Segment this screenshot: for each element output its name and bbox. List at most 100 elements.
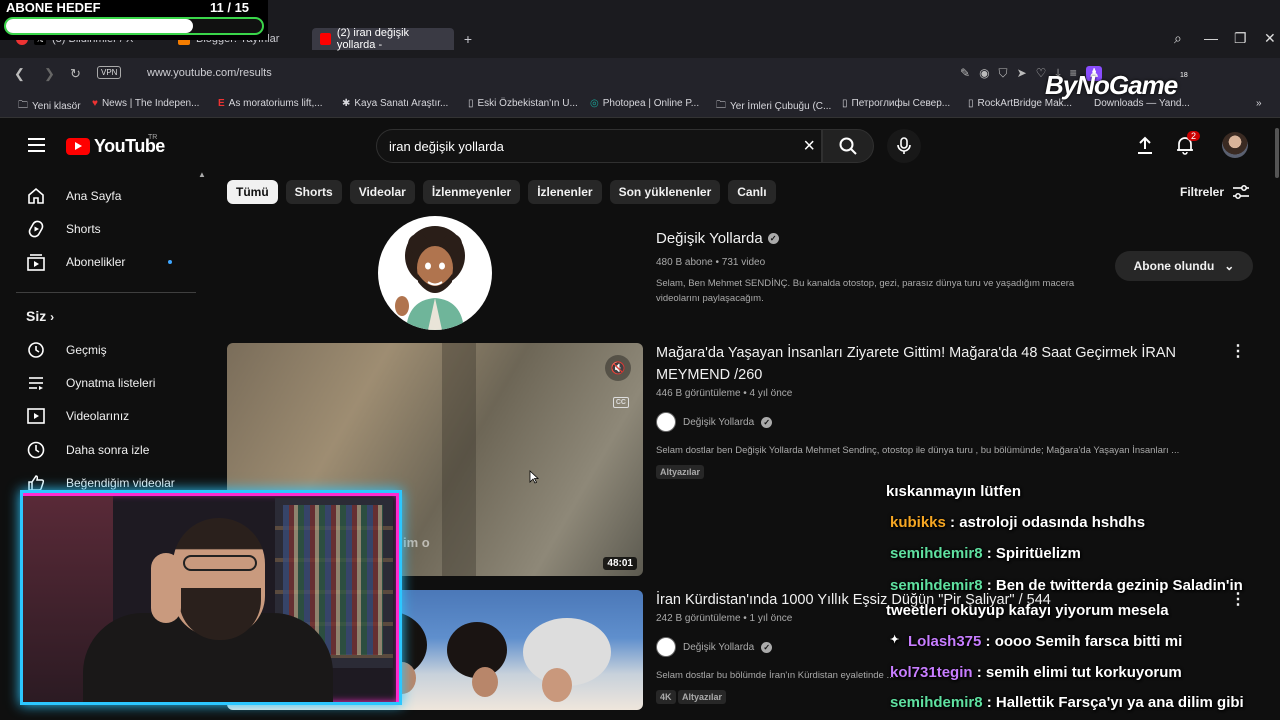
clear-search-icon[interactable]: × — [803, 135, 815, 158]
chip-live[interactable]: Canlı — [728, 180, 776, 204]
site-icon: ✱ — [342, 98, 351, 109]
sidebar-item-home[interactable]: Ana Sayfa — [16, 179, 196, 213]
independent-icon: ♥ — [92, 98, 98, 109]
bookmark-item[interactable]: ✱ Kaya Sanatı Araştır... — [342, 98, 448, 109]
filters-button[interactable]: Filtreler — [1180, 185, 1250, 199]
search-button[interactable] — [822, 129, 874, 163]
filter-chips: Tümü Shorts Videolar İzlenmeyenler İzlen… — [227, 180, 776, 204]
chat-username: semihdemir8 — [890, 545, 983, 562]
chat-text: : Spiritüelizm — [982, 545, 1081, 562]
chat-message: kıskanmayın lütfen — [884, 483, 1278, 500]
tab-youtube-results[interactable]: (2) iran değişik yollarda - — [312, 27, 454, 51]
tab-label: (2) iran değişik yollarda - — [336, 27, 410, 51]
account-avatar[interactable] — [1222, 132, 1248, 158]
youtube-header: YouTube TR iran değişik yollarda × 2 — [0, 118, 1280, 174]
subscribed-button[interactable]: Abone olundu ⌄ — [1115, 251, 1253, 281]
chat-message: tweetleri okuyup kafayı yiyorum mesela — [884, 602, 1278, 619]
page-icon: ▯ — [842, 98, 848, 109]
chat-username: semihdemir8 — [890, 694, 983, 711]
bookmarks-overflow-icon[interactable]: » — [1256, 98, 1262, 109]
page-scrollbar[interactable] — [1275, 128, 1279, 178]
new-content-dot — [168, 260, 172, 264]
page-icon: ▯ — [468, 98, 474, 109]
camera-icon[interactable]: ◉ — [979, 66, 989, 81]
sidebar-item-your-videos[interactable]: Videolarınız — [16, 399, 196, 433]
channel-avatar[interactable] — [378, 216, 492, 330]
chip-unwatched[interactable]: İzlenmeyenler — [422, 180, 521, 204]
bookmark-item[interactable]: E As moratoriums lift,... — [218, 98, 323, 109]
back-arrow-icon[interactable]: ❮ — [14, 66, 25, 82]
subscriber-goal-overlay: ABONE HEDEF 11 / 15 — [0, 0, 268, 40]
goal-progress-bar — [4, 17, 264, 35]
verified-check-icon: ✓ — [761, 416, 773, 428]
streamer-watermark-logo: ByNoGame — [1045, 70, 1178, 100]
address-bar[interactable]: www.youtube.com/results — [147, 67, 272, 79]
webcam-bookshelf — [275, 498, 393, 668]
upload-button[interactable] — [1135, 135, 1155, 160]
sidebar-section-you[interactable]: Siz › — [26, 308, 54, 324]
playlist-icon — [26, 373, 46, 393]
maximize-icon[interactable]: ❐ — [1234, 30, 1247, 47]
sidebar-item-playlists[interactable]: Oynatma listeleri — [16, 366, 196, 400]
sidebar-item-shorts[interactable]: Shorts — [16, 212, 196, 246]
upload-icon — [1138, 136, 1152, 154]
minimize-icon[interactable]: — — [1204, 30, 1218, 46]
subtitles-badge: Altyazılar — [656, 465, 705, 479]
chip-recently-uploaded[interactable]: Son yüklenenler — [609, 180, 721, 204]
shield-icon[interactable]: ⛉ — [999, 66, 1008, 81]
vpn-badge[interactable]: VPN — [97, 66, 122, 79]
chat-username: kol731tegin — [890, 664, 973, 681]
mute-icon[interactable]: 🔇 — [605, 355, 631, 381]
edit-icon[interactable]: ✎ — [960, 66, 970, 81]
sidebar-divider — [16, 292, 196, 293]
video-channel-link[interactable]: Değişik Yollarda ✓ — [656, 412, 773, 432]
video-meta: 242 B görüntüleme • 1 yıl önce — [656, 613, 793, 624]
streamer-hand — [151, 553, 181, 623]
close-window-icon[interactable]: ✕ — [1264, 30, 1276, 47]
subscriptions-icon — [26, 252, 46, 272]
chat-text: : oooo Semih farsca bitti mi — [981, 633, 1183, 650]
video-channel-link[interactable]: Değişik Yollarda ✓ — [656, 637, 773, 657]
forward-arrow-icon[interactable]: ❯ — [44, 66, 55, 82]
sidebar-item-watch-later[interactable]: Daha sonra izle — [16, 433, 196, 467]
closed-captions-icon[interactable]: CC — [612, 397, 629, 408]
bookmark-item[interactable]: ▯ Петроглифы Север... — [842, 98, 950, 109]
bookmark-item[interactable]: ▯ Eski Özbekistan'ın U... — [468, 98, 578, 109]
sidebar-item-subscriptions[interactable]: Abonelikler — [16, 245, 196, 279]
send-icon[interactable]: ➤ — [1017, 66, 1027, 81]
streamer-webcam-overlay — [20, 490, 402, 705]
search-query-text: iran değişik yollarda — [389, 139, 504, 154]
goal-count: 11 / 15 — [210, 0, 250, 15]
reload-icon[interactable]: ↻ — [70, 66, 81, 82]
channel-name-link[interactable]: Değişik Yollarda ✓ — [656, 230, 779, 247]
search-input[interactable]: iran değişik yollarda × — [376, 129, 822, 163]
chip-watched[interactable]: İzlenenler — [528, 180, 602, 204]
mouse-cursor-icon — [529, 470, 539, 484]
streamer-beard — [179, 588, 261, 640]
video-duration: 48:01 — [603, 557, 637, 570]
notifications-button[interactable]: 2 — [1175, 131, 1201, 160]
chat-text: kıskanmayın lütfen — [886, 483, 1022, 500]
video-title-link[interactable]: Mağara'da Yaşayan İnsanları Ziyarete Git… — [656, 342, 1196, 386]
chat-username: semihdemir8 — [890, 577, 983, 594]
chat-message: semihdemir8 : Ben de twitterda gezinip S… — [884, 577, 1278, 594]
channel-mini-avatar — [656, 637, 676, 657]
sidebar-item-history[interactable]: Geçmiş — [16, 333, 196, 367]
browser-search-icon[interactable]: ⌕ — [1174, 30, 1182, 47]
chip-all[interactable]: Tümü — [227, 180, 278, 204]
chip-shorts[interactable]: Shorts — [285, 180, 342, 204]
chip-videos[interactable]: Videolar — [349, 180, 415, 204]
hamburger-menu-icon[interactable] — [28, 138, 45, 156]
bookmark-item[interactable]: ◎ Photopea | Online P... — [590, 98, 699, 109]
chat-message: ✦ Lolash375 : oooo Semih farsca bitti mi — [884, 633, 1278, 650]
voice-search-button[interactable] — [887, 129, 921, 163]
bookmark-item[interactable]: ♥ News | The Indepen... — [92, 98, 199, 109]
bookmark-item[interactable]: 🗀 Yeni klasör — [18, 98, 81, 115]
your-videos-icon — [26, 406, 46, 426]
sidebar-scroll-up-icon[interactable]: ▲ — [198, 170, 206, 179]
more-actions-icon[interactable]: ⋮ — [1230, 341, 1246, 361]
subtitles-badge: Altyazılar — [678, 690, 727, 704]
bookmark-item[interactable]: 🗀 Yer İmleri Çubuğu (C... — [716, 98, 831, 115]
new-tab-button[interactable]: + — [458, 28, 478, 50]
webcam-wall — [23, 493, 113, 702]
